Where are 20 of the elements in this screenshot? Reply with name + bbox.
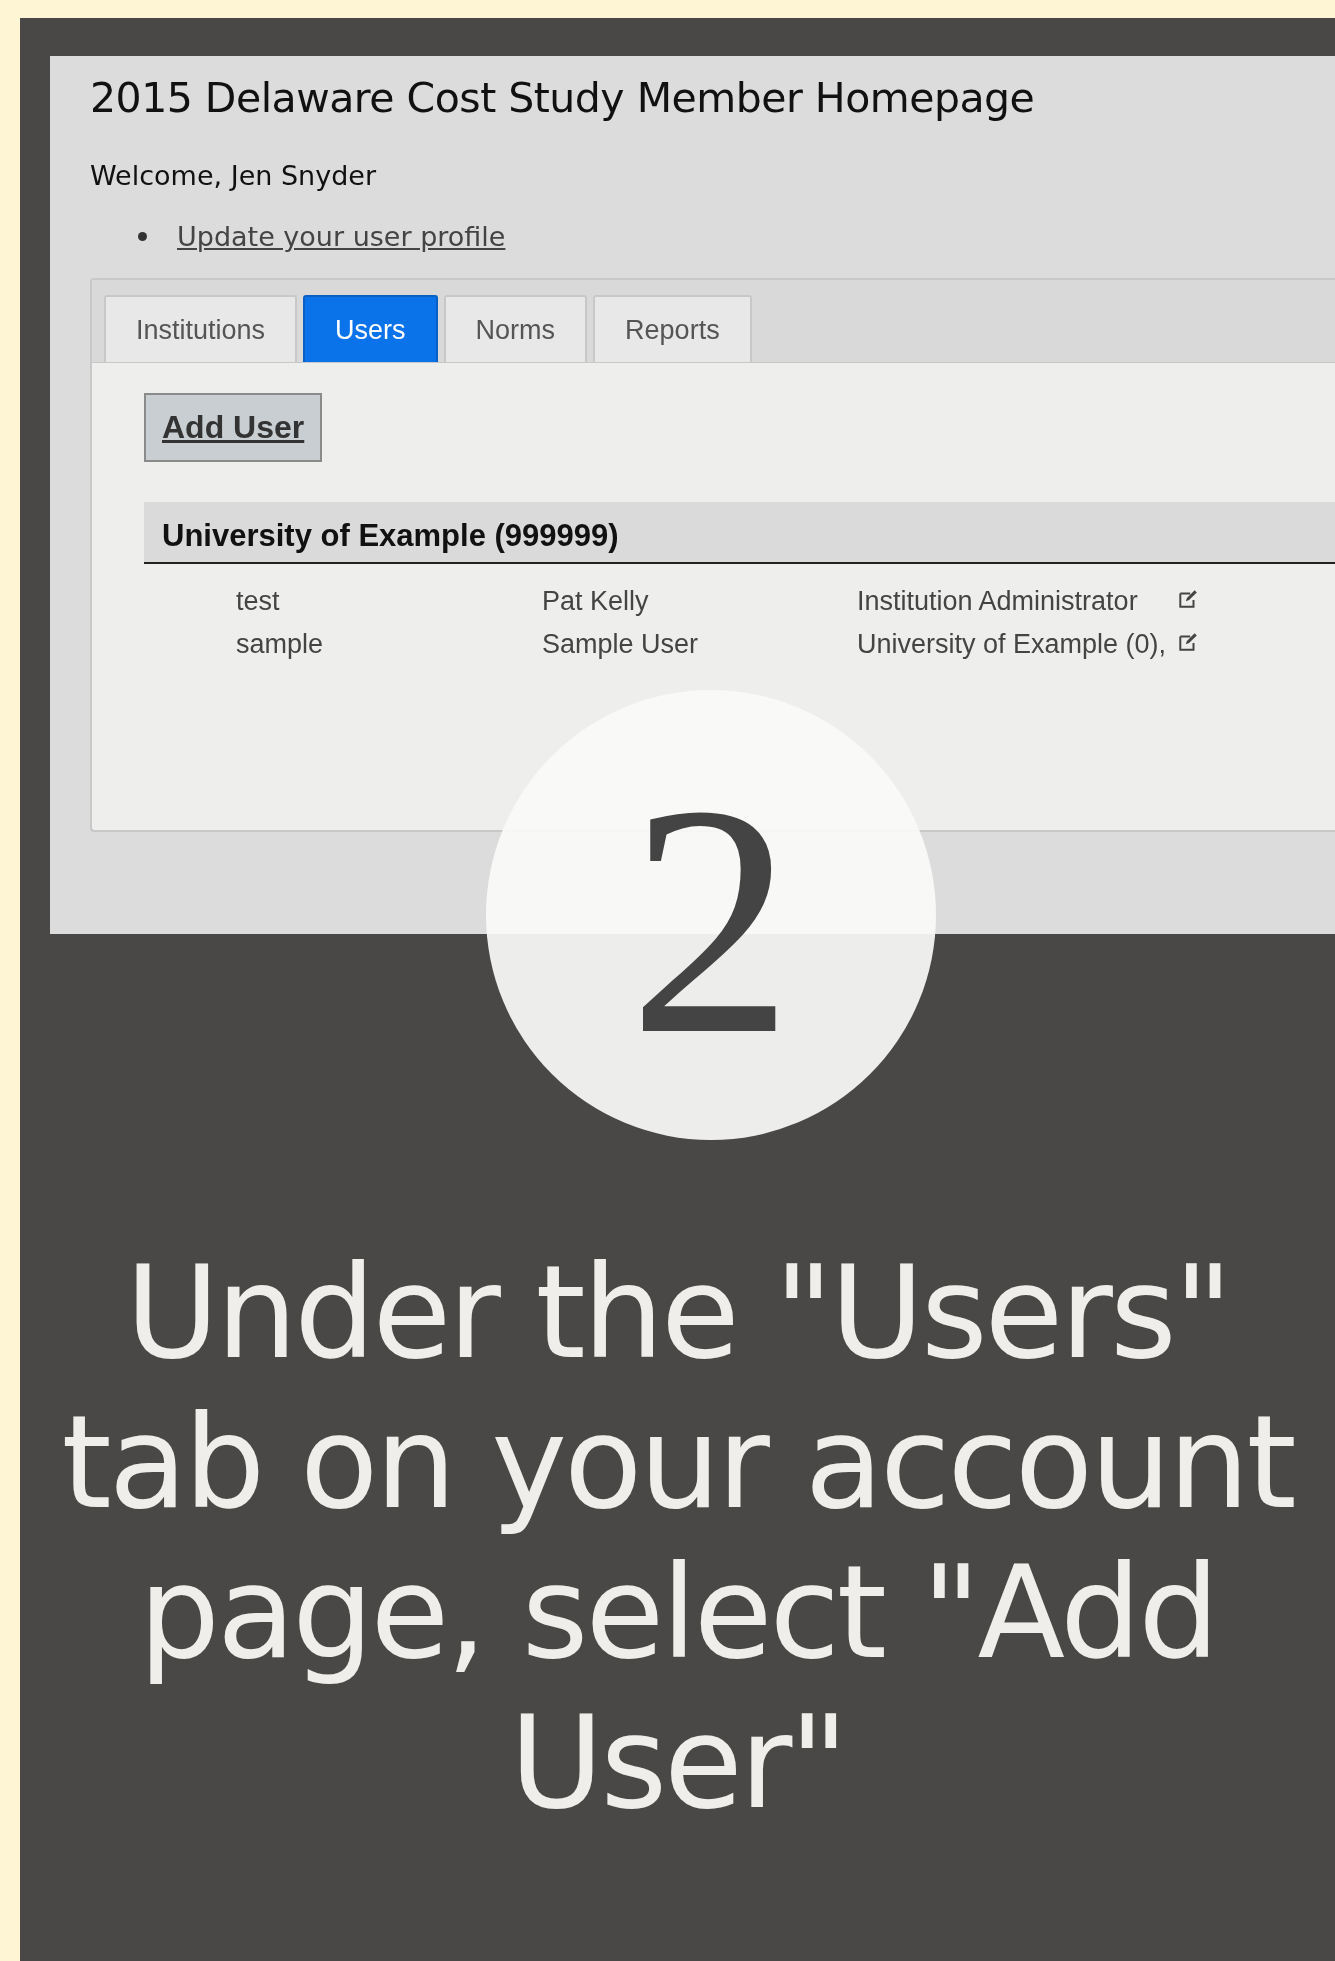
- instruction-text: Under the "Users" tab on your account page, select "Add User": [60, 1238, 1295, 1838]
- profile-link[interactable]: Update your user profile: [177, 221, 506, 252]
- tab[interactable]: Users: [303, 295, 438, 362]
- name-cell-text: Pat Kelly: [542, 585, 650, 618]
- username-cell-text: test: [236, 585, 281, 618]
- tab[interactable]: Reports: [593, 295, 752, 362]
- name-cell-text: Sample User: [542, 628, 700, 661]
- edit-icon[interactable]: [1177, 588, 1199, 610]
- add-user-button[interactable]: Add User: [144, 393, 323, 462]
- tab[interactable]: Norms: [443, 295, 588, 362]
- username-cell-text: sample: [236, 628, 325, 661]
- role-cell-text: Institution Administrator: [857, 585, 1139, 618]
- edit-icon[interactable]: [1177, 631, 1199, 653]
- step-number: 2: [628, 755, 794, 1085]
- group-heading: University of Example (999999): [144, 502, 1335, 564]
- role-cell-text: University of Example (0),: [857, 628, 1168, 661]
- tab[interactable]: Institutions: [104, 295, 298, 362]
- bullet-icon: [138, 232, 147, 241]
- page-title: 2015 Delaware Cost Study Member Homepage: [90, 74, 1036, 122]
- welcome-text: Welcome, Jen Snyder: [90, 160, 378, 191]
